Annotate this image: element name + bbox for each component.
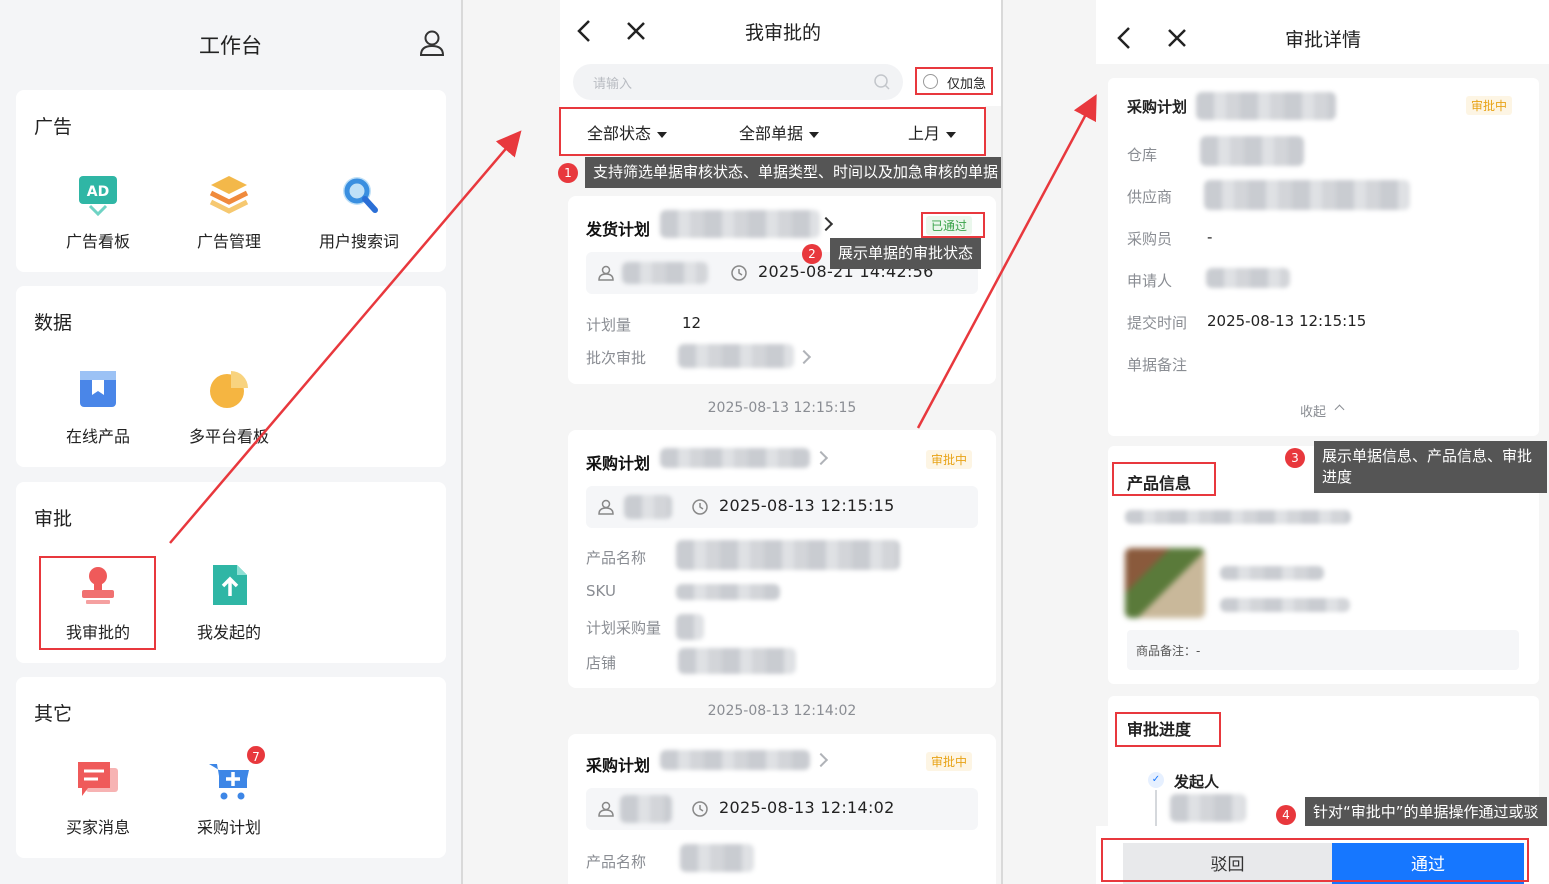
flow-arrows xyxy=(169,94,1097,544)
arrow-1 xyxy=(169,130,522,544)
arrow-2 xyxy=(916,94,1097,429)
